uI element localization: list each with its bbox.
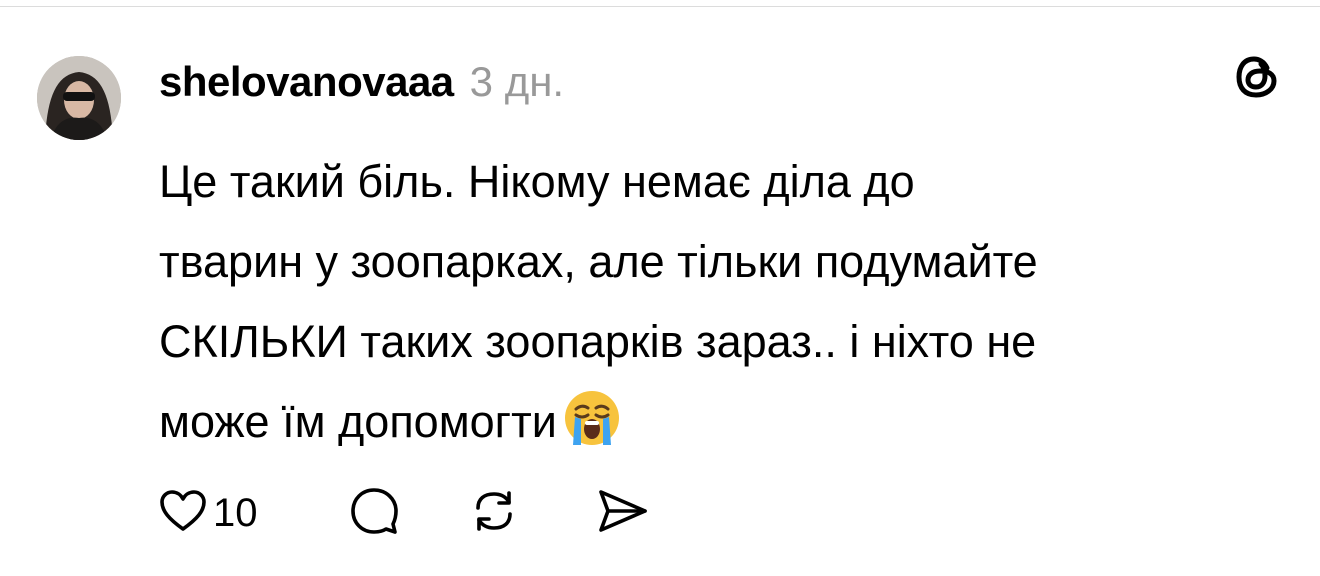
- post-text-line: СКІЛЬКИ таких зоопарків зараз.. і ніхто …: [159, 316, 1037, 367]
- repost-button[interactable]: [469, 488, 519, 538]
- threads-logo-icon[interactable]: [1232, 52, 1282, 102]
- repost-icon: [469, 486, 519, 541]
- post-text-line-content: може їм допомогти: [159, 396, 557, 447]
- top-divider: [0, 6, 1320, 7]
- username-link[interactable]: shelovanovaaa: [159, 58, 454, 106]
- post-text-line: тварин у зоопарках, але тільки подумайте: [159, 236, 1038, 287]
- comment-button[interactable]: [349, 486, 399, 541]
- share-icon: [595, 486, 651, 541]
- comment-icon: [349, 486, 399, 541]
- post-text: Це такий біль. Нікому немає діла до твар…: [159, 142, 1299, 462]
- post-header: shelovanovaaa 3 дн.: [159, 58, 564, 114]
- post-text-line-last: може їм допомогти: [159, 382, 1299, 462]
- avatar-photo: [37, 56, 121, 140]
- heart-icon: [159, 489, 207, 538]
- timestamp[interactable]: 3 дн.: [470, 58, 564, 106]
- like-button[interactable]: 10: [159, 488, 258, 538]
- avatar[interactable]: [37, 56, 121, 140]
- crying-face-emoji-icon: [563, 389, 621, 447]
- like-count: 10: [213, 490, 258, 535]
- post-text-line: Це такий біль. Нікому немає діла до: [159, 156, 915, 207]
- share-button[interactable]: [595, 488, 651, 538]
